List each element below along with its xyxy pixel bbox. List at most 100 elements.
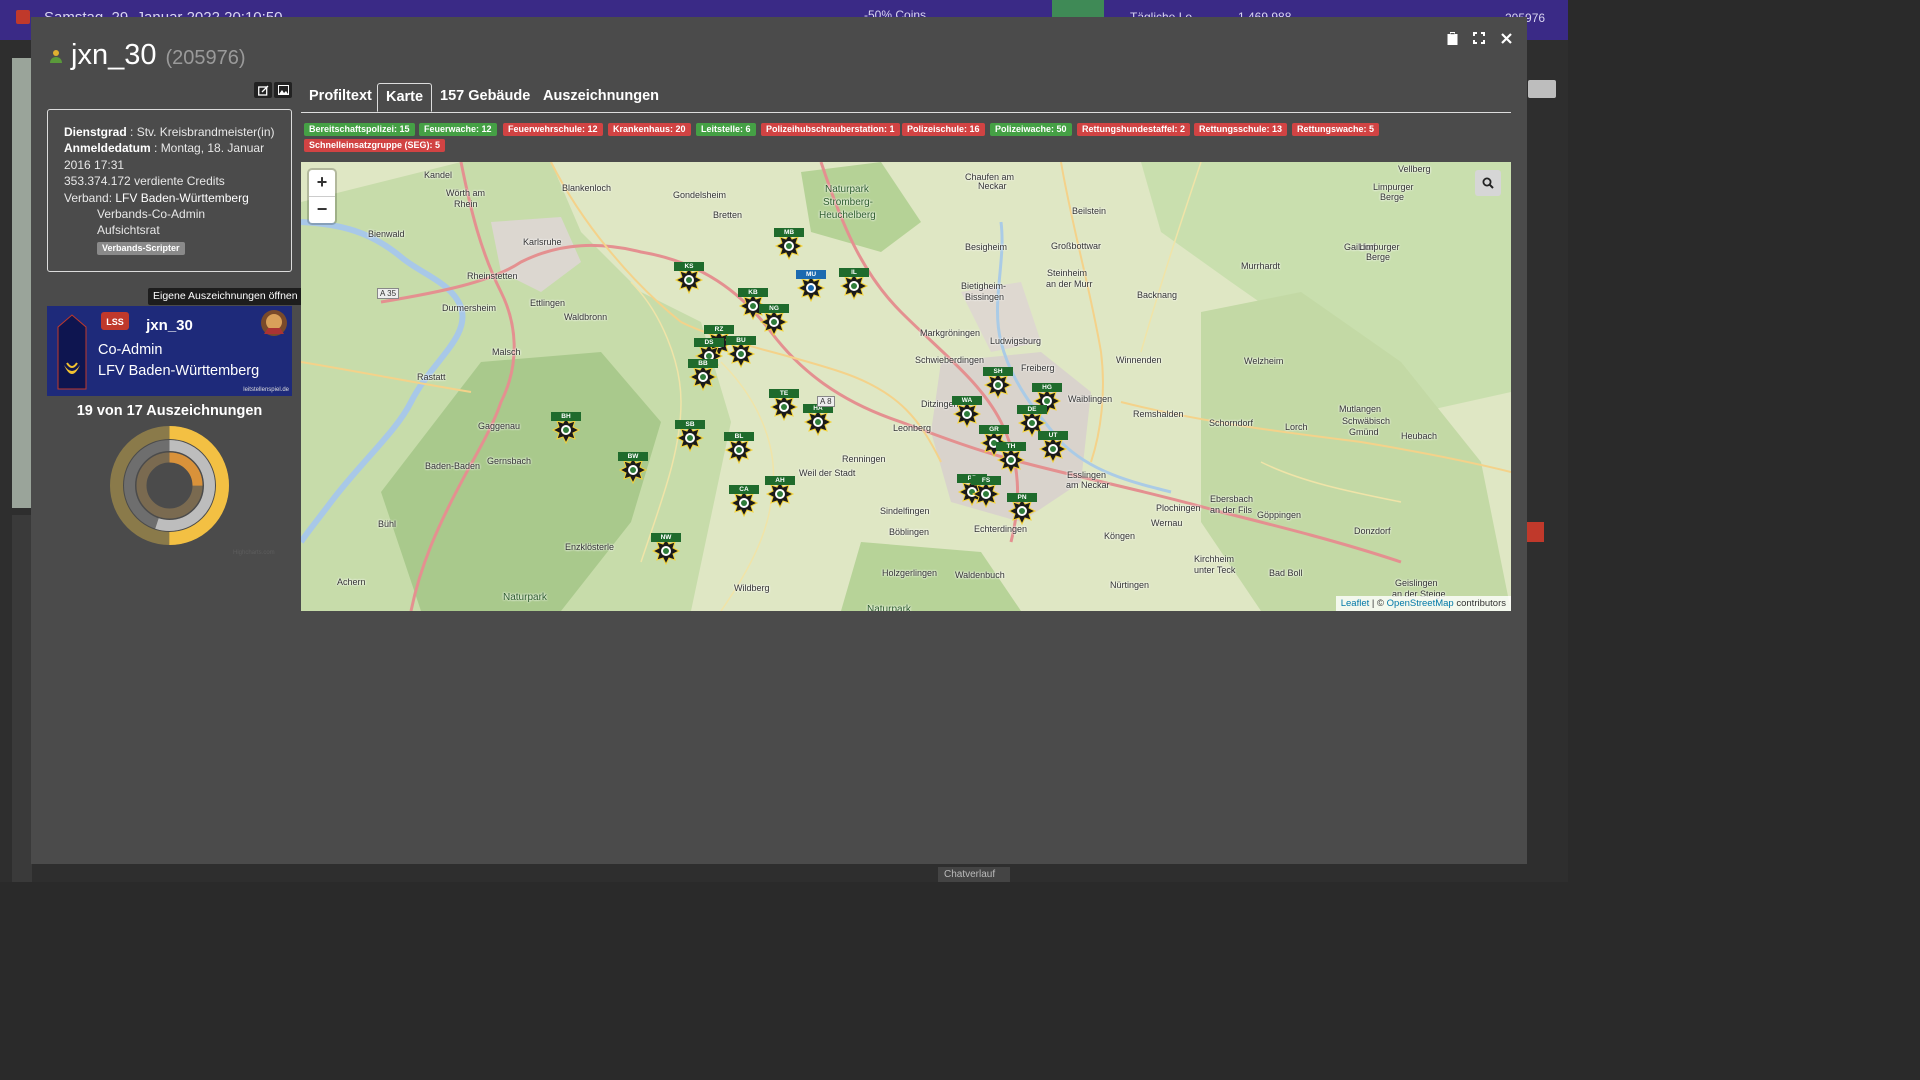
building-marker[interactable]: TE bbox=[769, 389, 799, 423]
map-place-label: Gondelsheim bbox=[673, 190, 727, 200]
map-place-label: Böblingen bbox=[889, 527, 930, 537]
marker-label: MB bbox=[774, 228, 804, 237]
alliance-link[interactable]: LFV Baden-Württemberg bbox=[115, 191, 248, 205]
marker-label: UT bbox=[1038, 431, 1068, 440]
map-place-label: Großbottwar bbox=[1051, 241, 1102, 251]
map-search-button[interactable] bbox=[1475, 170, 1501, 196]
open-awards-button[interactable]: Eigene Auszeichnungen öffnen bbox=[148, 288, 303, 305]
building-marker[interactable]: AH bbox=[765, 476, 795, 510]
map-place-label: Bissingen bbox=[965, 292, 1005, 302]
marker-label: KS bbox=[674, 262, 704, 271]
building-marker[interactable]: SH bbox=[983, 367, 1013, 401]
building-marker[interactable]: SB bbox=[675, 420, 705, 454]
building-badge: Schnelleinsatzgruppe (SEG): 5 bbox=[304, 139, 446, 152]
map-place-label: Gaggenau bbox=[478, 421, 521, 431]
osm-link[interactable]: OpenStreetMap bbox=[1387, 598, 1454, 609]
marker-label: NW bbox=[651, 533, 681, 542]
map-place-label: Nürtingen bbox=[1110, 580, 1150, 590]
marker-label: TH bbox=[996, 442, 1026, 451]
building-marker[interactable]: HA bbox=[803, 404, 833, 438]
building-marker[interactable]: BB bbox=[688, 359, 718, 393]
marker-label: BU bbox=[726, 336, 756, 345]
marker-label: BW bbox=[618, 452, 648, 461]
banner-username: jxn_30 bbox=[146, 317, 193, 334]
building-marker[interactable]: NW bbox=[651, 533, 681, 567]
map-place-label: an der Murr bbox=[1046, 279, 1093, 289]
map-place-label: Köngen bbox=[1104, 531, 1136, 541]
zoom-out-button[interactable]: − bbox=[309, 196, 335, 223]
clipboard-icon[interactable] bbox=[1445, 31, 1459, 45]
building-marker[interactable]: KS bbox=[674, 262, 704, 296]
map-place-label: Remshalden bbox=[1133, 409, 1184, 419]
map-park-label: Stromberg- bbox=[823, 197, 874, 208]
background-button bbox=[1528, 80, 1556, 98]
building-marker[interactable]: BL bbox=[724, 432, 754, 466]
building-badge: Krankenhaus: 20 bbox=[608, 123, 691, 136]
building-marker[interactable]: PN bbox=[1007, 493, 1037, 527]
marker-label: PN bbox=[1007, 493, 1037, 502]
map-place-label: an der Fils bbox=[1210, 505, 1253, 515]
marker-label: CA bbox=[729, 485, 759, 494]
map-place-label: Wörth am bbox=[446, 188, 486, 198]
marker-label: GR bbox=[979, 425, 1009, 434]
building-marker[interactable]: MU bbox=[796, 270, 826, 304]
building-badge: Polizeiwache: 50 bbox=[990, 123, 1072, 136]
building-marker[interactable]: NG bbox=[759, 304, 789, 338]
image-icon[interactable] bbox=[274, 82, 292, 98]
map-place-label: Achern bbox=[337, 577, 366, 587]
attribution-separator: | © bbox=[1369, 598, 1387, 609]
building-marker[interactable]: BU bbox=[726, 336, 756, 370]
building-marker[interactable]: TH bbox=[996, 442, 1026, 476]
map-park-label: Naturpark bbox=[503, 592, 547, 603]
building-marker[interactable]: BH bbox=[551, 412, 581, 446]
marker-label: DE bbox=[1017, 405, 1047, 414]
map-place-label: Vellberg bbox=[1398, 164, 1431, 174]
map-place-label: Weil der Stadt bbox=[799, 468, 856, 478]
map-zoom-control: + − bbox=[309, 170, 335, 223]
map-place-label: Kandel bbox=[424, 170, 453, 180]
map-place-label: Limpurger bbox=[1359, 242, 1400, 252]
building-badge: Rettungsschule: 13 bbox=[1194, 123, 1288, 136]
building-marker[interactable]: UT bbox=[1038, 431, 1068, 465]
map-place-label: Baden-Baden bbox=[425, 461, 481, 471]
building-badge: Polizeischule: 16 bbox=[902, 123, 985, 136]
rank-value: : Stv. Kreisbrandmeister(in) bbox=[126, 125, 275, 139]
fullscreen-icon[interactable] bbox=[1472, 31, 1486, 45]
zoom-in-button[interactable]: + bbox=[309, 170, 335, 196]
building-marker[interactable]: WA bbox=[952, 396, 982, 430]
map-place-label: Ettlingen bbox=[530, 298, 566, 308]
map-place-label: Gernsbach bbox=[487, 456, 532, 466]
marker-label: BH bbox=[551, 412, 581, 421]
lss-logo-icon[interactable] bbox=[16, 10, 30, 24]
tab-auszeichnungen[interactable]: Auszeichnungen bbox=[543, 83, 659, 112]
map-place-label: Rheinstetten bbox=[467, 271, 518, 281]
tab-gebaeude[interactable]: 157 Gebäude bbox=[440, 83, 530, 112]
map-place-label: Blankenloch bbox=[562, 183, 612, 193]
edit-icon[interactable] bbox=[254, 82, 272, 98]
highcharts-credit[interactable]: Highcharts.com bbox=[233, 550, 275, 556]
awards-donut-chart bbox=[110, 426, 229, 545]
firefighter-emblem-icon bbox=[261, 310, 287, 336]
building-badge: Rettungswache: 5 bbox=[1292, 123, 1380, 136]
tab-profiltext[interactable]: Profiltext bbox=[309, 83, 372, 112]
marker-label: RZ bbox=[704, 325, 734, 334]
building-marker[interactable]: IL bbox=[839, 268, 869, 302]
chat-history-tab[interactable]: Chatverlauf bbox=[938, 867, 1010, 882]
map-place-label: Rhein bbox=[454, 199, 478, 209]
building-marker[interactable]: CA bbox=[729, 485, 759, 519]
marker-label: AH bbox=[765, 476, 795, 485]
close-icon[interactable] bbox=[1499, 31, 1513, 45]
map-place-label: Steinheim bbox=[1047, 268, 1088, 278]
map-place-label: Enzklösterle bbox=[565, 542, 615, 552]
marker-label: NG bbox=[759, 304, 789, 313]
leaflet-link[interactable]: Leaflet bbox=[1341, 598, 1370, 609]
buildings-map[interactable]: Kandel Wörth am Rhein Blankenloch Gondelshei… bbox=[301, 162, 1511, 611]
building-marker[interactable]: FS bbox=[971, 476, 1001, 510]
building-marker[interactable]: MB bbox=[774, 228, 804, 262]
building-marker[interactable]: BW bbox=[618, 452, 648, 486]
tab-karte[interactable]: Karte bbox=[377, 83, 433, 112]
marker-label: BB bbox=[688, 359, 718, 368]
user-icon bbox=[50, 49, 62, 63]
map-place-label: Rastatt bbox=[417, 372, 446, 382]
map-attribution: Leaflet | © OpenStreetMap contributors bbox=[1335, 596, 1511, 611]
